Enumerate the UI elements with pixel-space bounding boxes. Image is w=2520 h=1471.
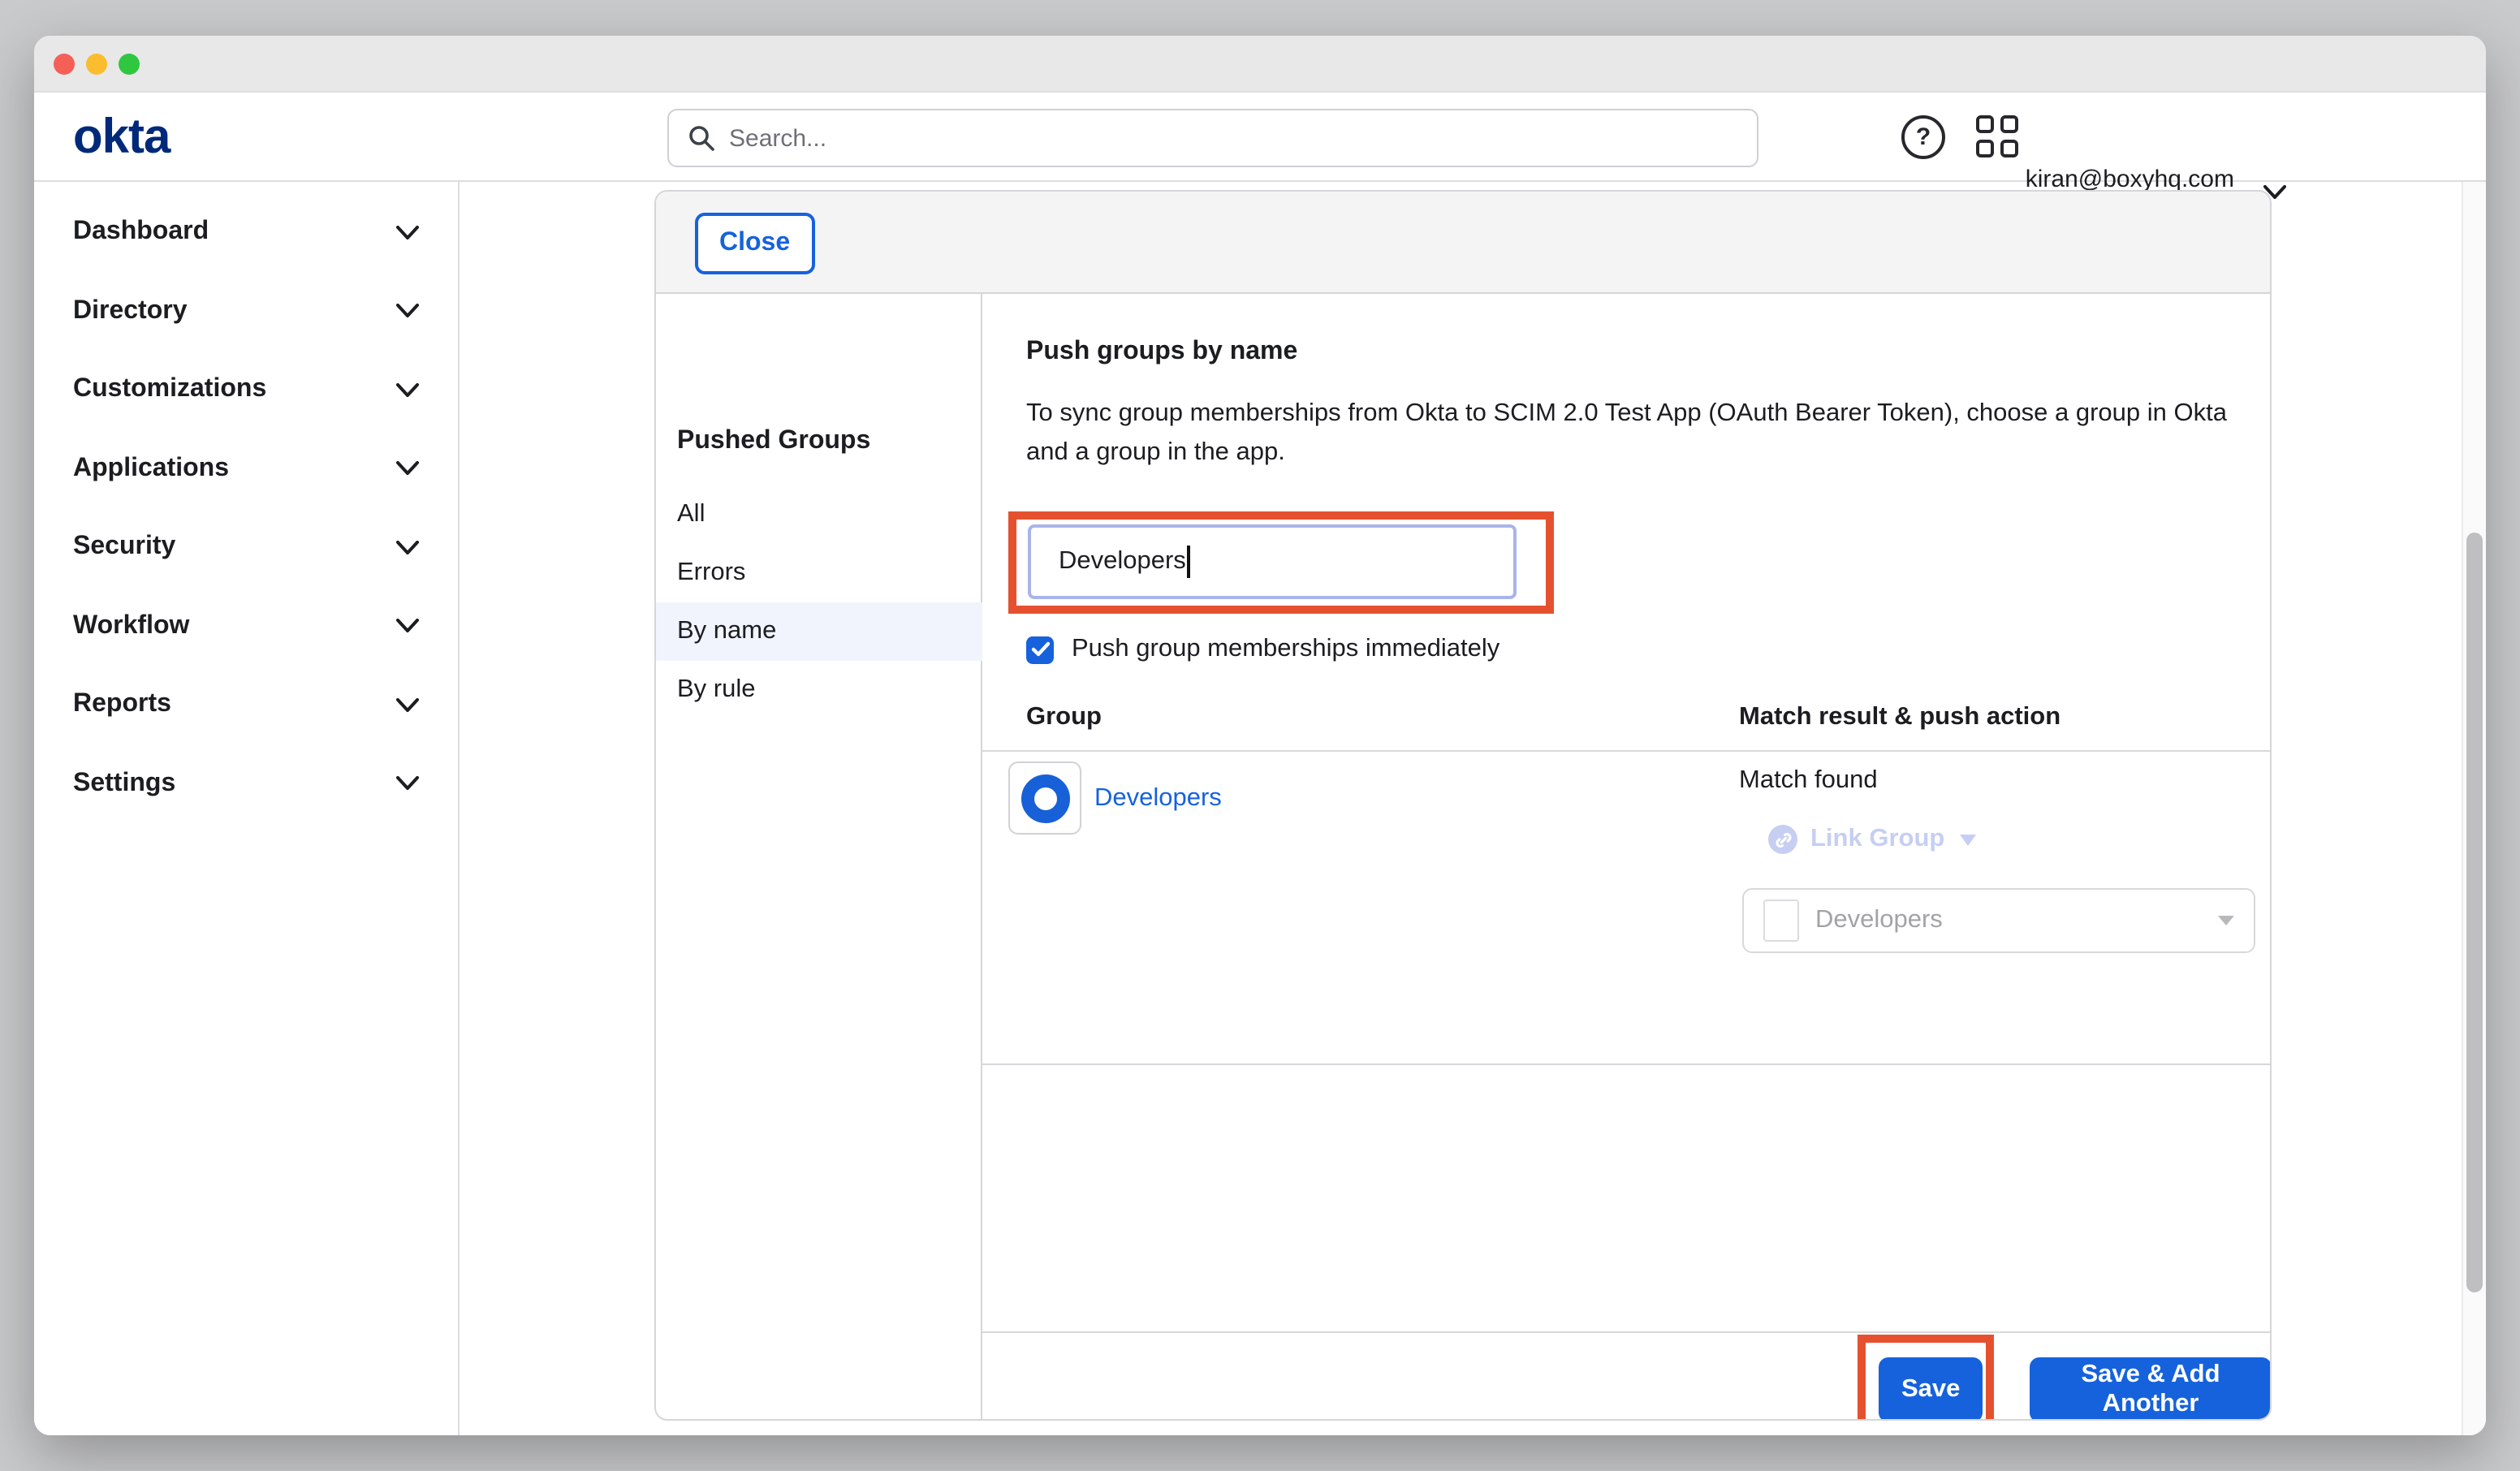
sidebar-item-workflow[interactable]: Workflow (34, 587, 458, 666)
sidebar-item-dashboard[interactable]: Dashboard (34, 193, 458, 272)
table-row-divider (982, 1063, 2272, 1065)
close-button[interactable]: Close (695, 213, 814, 274)
push-immediately-row: Push group memberships immediately (1026, 635, 1499, 664)
sidebar-item-customizations[interactable]: Customizations (34, 351, 458, 429)
dropdown-arrow-icon (1959, 834, 1975, 845)
tab-errors[interactable]: Errors (656, 544, 982, 602)
column-header-group: Group (1026, 703, 1102, 732)
push-immediately-checkbox[interactable] (1026, 636, 1054, 663)
desktop: okta Search... ? kiran@boxyhq.com okta- (0, 0, 2520, 1471)
window-title-bar (34, 36, 2486, 93)
app-group-value: Developers (1815, 906, 2218, 935)
push-immediately-label: Push group memberships immediately (1072, 635, 1499, 664)
chevron-down-icon (396, 698, 419, 713)
sidebar-item-applications[interactable]: Applications (34, 429, 458, 508)
sidebar-item-label: Workflow (73, 612, 189, 641)
sidebar-item-settings[interactable]: Settings (34, 744, 458, 823)
okta-logo[interactable]: okta (73, 110, 170, 166)
sidebar-item-label: Applications (73, 455, 229, 484)
sidebar-item-reports[interactable]: Reports (34, 666, 458, 744)
page-title: Push groups by name (1026, 338, 1297, 367)
tab-by-name[interactable]: By name (656, 602, 982, 661)
tab-by-rule[interactable]: By rule (656, 661, 982, 719)
chevron-down-icon (396, 777, 419, 792)
sidebar-item-label: Dashboard (73, 218, 209, 248)
pushed-groups-title: Pushed Groups (677, 414, 870, 469)
select-arrow-icon (2218, 916, 2234, 925)
sidebar-item-directory[interactable]: Directory (34, 272, 458, 351)
help-icon[interactable]: ? (1901, 115, 1945, 159)
window-zoom-button[interactable] (119, 54, 140, 75)
chevron-down-icon (396, 541, 419, 555)
sidebar-item-label: Reports (73, 691, 171, 720)
link-group-dropdown[interactable]: Link Group (1768, 825, 1975, 854)
sidebar-item-security[interactable]: Security (34, 508, 458, 587)
link-group-label: Link Group (1810, 825, 1944, 854)
group-name-link[interactable]: Developers (1094, 784, 1222, 813)
save-add-another-button[interactable]: Save & Add Another (2030, 1357, 2272, 1421)
window-minimize-button[interactable] (86, 54, 107, 75)
match-result-text: Match found (1739, 766, 1878, 796)
group-donut-icon (1021, 774, 1069, 822)
app-header: okta Search... ? kiran@boxyhq.com okta- (34, 93, 2486, 182)
footer-divider (982, 1331, 2272, 1333)
apps-grid-icon[interactable] (1976, 115, 2018, 157)
search-icon (688, 125, 714, 151)
help-glyph: ? (1916, 123, 1931, 151)
push-groups-panel: Close Pushed Groups All Errors By name B… (654, 190, 2272, 1421)
panel-body: Push groups by name To sync group member… (982, 294, 2272, 1421)
tab-all[interactable]: All (656, 485, 982, 544)
chevron-down-icon (396, 462, 419, 477)
grid-square (2000, 115, 2018, 133)
grid-square (2000, 140, 2018, 157)
chevron-down-icon (396, 304, 419, 319)
scrollbar-track[interactable] (2462, 182, 2486, 1435)
column-header-match: Match result & push action (1739, 703, 2060, 732)
group-name-value: Developers (1059, 547, 1186, 576)
sidebar-item-label: Settings (73, 770, 175, 799)
browser-window: okta Search... ? kiran@boxyhq.com okta- (34, 36, 2486, 1435)
group-icon-tile (1008, 761, 1081, 835)
save-button[interactable]: Save (1879, 1357, 1983, 1421)
panel-header: Close (656, 192, 2270, 294)
search-input[interactable]: Search... (667, 109, 1758, 167)
description-text: To sync group memberships from Okta to S… (1026, 395, 2236, 472)
window-close-button[interactable] (54, 54, 75, 75)
grid-square (1976, 140, 1994, 157)
search-placeholder: Search... (729, 124, 826, 152)
grid-square (1976, 115, 1994, 133)
app-group-icon (1763, 899, 1799, 942)
text-caret (1188, 546, 1190, 578)
chevron-down-icon (396, 383, 419, 398)
sidebar-item-label: Security (73, 533, 175, 563)
sidebar: Dashboard Directory Customizations Appli… (34, 182, 460, 1435)
scrollbar-thumb[interactable] (2466, 533, 2483, 1292)
table-header-divider (982, 750, 2272, 752)
sidebar-item-label: Directory (73, 297, 188, 326)
app-group-select[interactable]: Developers (1742, 888, 2255, 953)
check-icon (1030, 641, 1050, 658)
chevron-down-icon (396, 619, 419, 634)
link-icon (1768, 825, 1797, 854)
group-name-input[interactable]: Developers (1028, 524, 1517, 599)
chevron-down-icon (396, 226, 419, 240)
pushed-groups-nav: Pushed Groups All Errors By name By rule (656, 294, 982, 1421)
sidebar-item-label: Customizations (73, 376, 266, 405)
